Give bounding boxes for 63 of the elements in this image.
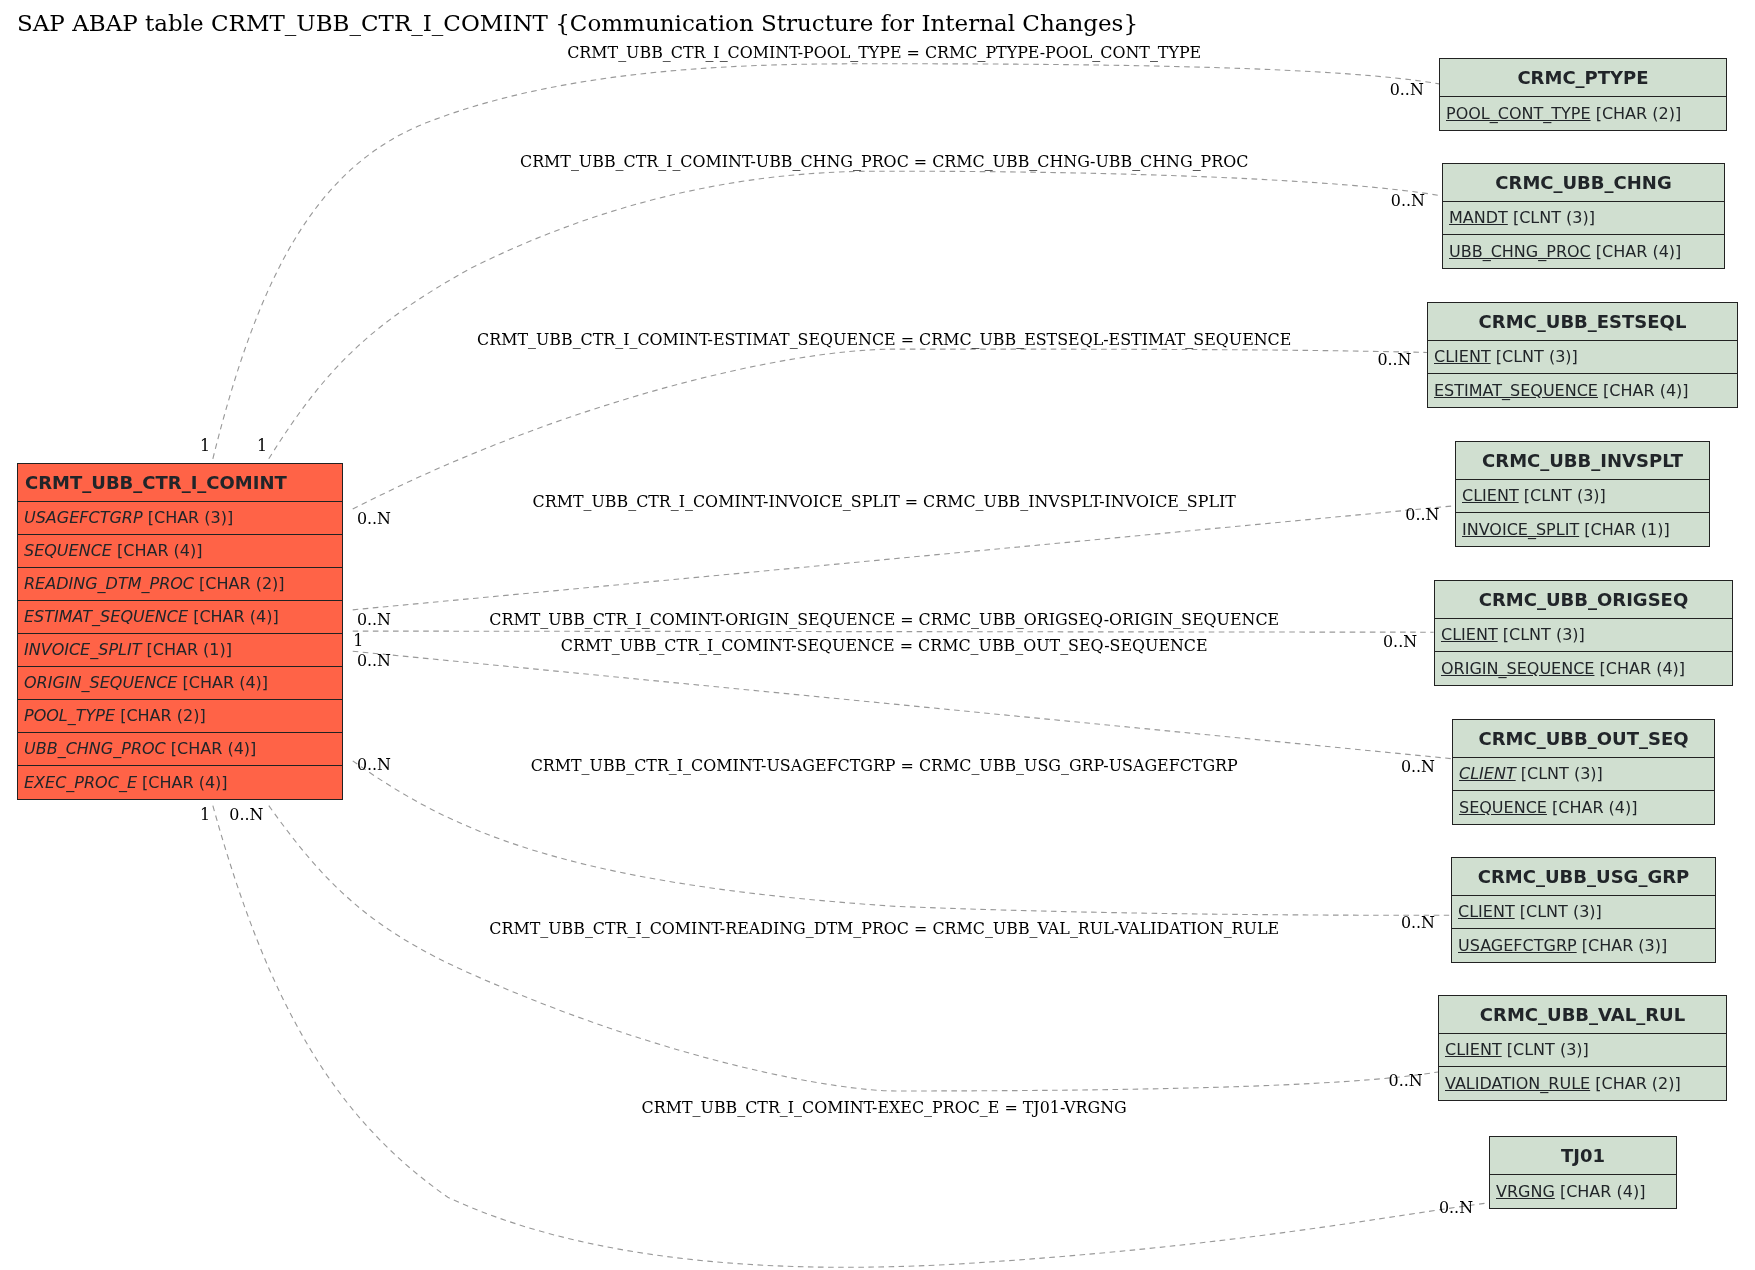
relation-label: CRMT_UBB_CTR_I_COMINT-USAGEFCTGRP = CRMC_UBB_USG_GRP-USAGEFCTGRP <box>530 755 1238 775</box>
cardinality-label: 1 <box>353 630 364 650</box>
table-field: MANDT [CLNT (3)] <box>1443 202 1724 235</box>
cardinality-label: 1 <box>199 805 211 825</box>
table-field: CLIENT [CLNT (3)] <box>1435 619 1732 652</box>
table-field: SEQUENCE [CHAR (4)] <box>1453 791 1714 824</box>
cardinality-label: 0..N <box>1383 631 1418 651</box>
table-name: CRMC_UBB_USG_GRP <box>1452 858 1715 896</box>
table-field: ORIGIN_SEQUENCE [CHAR (4)] <box>1435 652 1732 685</box>
table-name: CRMT_UBB_CTR_I_COMINT <box>18 464 342 502</box>
relation-label: CRMT_UBB_CTR_I_COMINT-READING_DTM_PROC = CRMC_UBB_VAL_RUL-VALIDATION_RULE <box>489 919 1280 939</box>
table-field: USAGEFCTGRP [CHAR (3)] <box>1452 929 1715 962</box>
relation-label: CRMT_UBB_CTR_I_COMINT-ESTIMAT_SEQUENCE = CRMC_UBB_ESTSEQL-ESTIMAT_SEQUENCE <box>477 329 1292 349</box>
table-name: CRMC_UBB_OUT_SEQ <box>1453 720 1714 758</box>
table-field: UBB_CHNG_PROC [CHAR (4)] <box>1443 235 1724 268</box>
table-field: POOL_TYPE [CHAR (2)] <box>18 700 342 733</box>
table-name: CRMC_UBB_INVSPLT <box>1456 442 1709 480</box>
table-field: CLIENT [CLNT (3)] <box>1456 480 1709 513</box>
relation-label: CRMT_UBB_CTR_I_COMINT-INVOICE_SPLIT = CRMC_UBB_INVSPLT-INVOICE_SPLIT <box>532 491 1236 511</box>
table-field: ESTIMAT_SEQUENCE [CHAR (4)] <box>1428 374 1737 407</box>
diagram-title: SAP ABAP table CRMT_UBB_CTR_I_COMINT {Communication Structure for Internal Changes} <box>17 9 1139 38</box>
table-field: INVOICE_SPLIT [CHAR (1)] <box>18 634 342 667</box>
cardinality-label: 0..N <box>1377 349 1412 369</box>
cardinality-label: 0..N <box>1405 505 1440 525</box>
cardinality-label: 0..N <box>356 650 391 670</box>
cardinality-label: 0..N <box>1400 912 1435 932</box>
table-field: CLIENT [CLNT (3)] <box>1453 758 1714 791</box>
table-field: CLIENT [CLNT (3)] <box>1428 341 1737 374</box>
cardinality-label: 0..N <box>229 805 264 825</box>
cardinality-label: 0..N <box>1389 80 1424 100</box>
table-field: CLIENT [CLNT (3)] <box>1452 896 1715 929</box>
relation-label: CRMT_UBB_CTR_I_COMINT-UBB_CHNG_PROC = CRMC_UBB_CHNG-UBB_CHNG_PROC <box>520 151 1249 171</box>
table-name: CRMC_UBB_VAL_RUL <box>1439 996 1726 1034</box>
table-field: EXEC_PROC_E [CHAR (4)] <box>18 766 342 799</box>
table-field: POOL_CONT_TYPE [CHAR (2)] <box>1440 97 1726 130</box>
table-field: READING_DTM_PROC [CHAR (2)] <box>18 568 342 601</box>
cardinality-label: 0..N <box>1388 1071 1423 1091</box>
relation-label: CRMT_UBB_CTR_I_COMINT-EXEC_PROC_E = TJ01-VRGNG <box>641 1098 1127 1118</box>
cardinality-label: 0..N <box>1400 757 1435 777</box>
table-field: USAGEFCTGRP [CHAR (3)] <box>18 502 342 535</box>
relation-label: CRMT_UBB_CTR_I_COMINT-SEQUENCE = CRMC_UBB_OUT_SEQ-SEQUENCE <box>560 636 1208 656</box>
cardinality-label: 1 <box>199 435 211 455</box>
relation-label: CRMT_UBB_CTR_I_COMINT-ORIGIN_SEQUENCE = CRMC_UBB_ORIGSEQ-ORIGIN_SEQUENCE <box>489 610 1280 630</box>
cardinality-label: 1 <box>257 435 268 455</box>
table-name: CRMC_UBB_ORIGSEQ <box>1435 581 1732 619</box>
table-field: CLIENT [CLNT (3)] <box>1439 1034 1726 1067</box>
table-field: UBB_CHNG_PROC [CHAR (4)] <box>18 733 342 766</box>
table-field: INVOICE_SPLIT [CHAR (1)] <box>1456 513 1709 546</box>
cardinality-label: 0..N <box>356 754 391 774</box>
table-field: SEQUENCE [CHAR (4)] <box>18 535 342 568</box>
table-field: ESTIMAT_SEQUENCE [CHAR (4)] <box>18 601 342 634</box>
cardinality-label: 0..N <box>356 610 391 630</box>
table-name: CRMC_UBB_CHNG <box>1443 164 1724 202</box>
cardinality-label: 0..N <box>1438 1197 1474 1217</box>
table-field: ORIGIN_SEQUENCE [CHAR (4)] <box>18 667 342 700</box>
table-name: TJ01 <box>1490 1137 1676 1175</box>
relation-label: CRMT_UBB_CTR_I_COMINT-POOL_TYPE = CRMC_PTYPE-POOL_CONT_TYPE <box>567 43 1202 63</box>
table-field: VALIDATION_RULE [CHAR (2)] <box>1439 1067 1726 1100</box>
cardinality-label: 0..N <box>356 508 391 528</box>
table-name: CRMC_PTYPE <box>1440 59 1726 97</box>
table-field: VRGNG [CHAR (4)] <box>1490 1175 1676 1208</box>
cardinality-label: 0..N <box>1390 190 1425 210</box>
table-name: CRMC_UBB_ESTSEQL <box>1428 303 1737 341</box>
